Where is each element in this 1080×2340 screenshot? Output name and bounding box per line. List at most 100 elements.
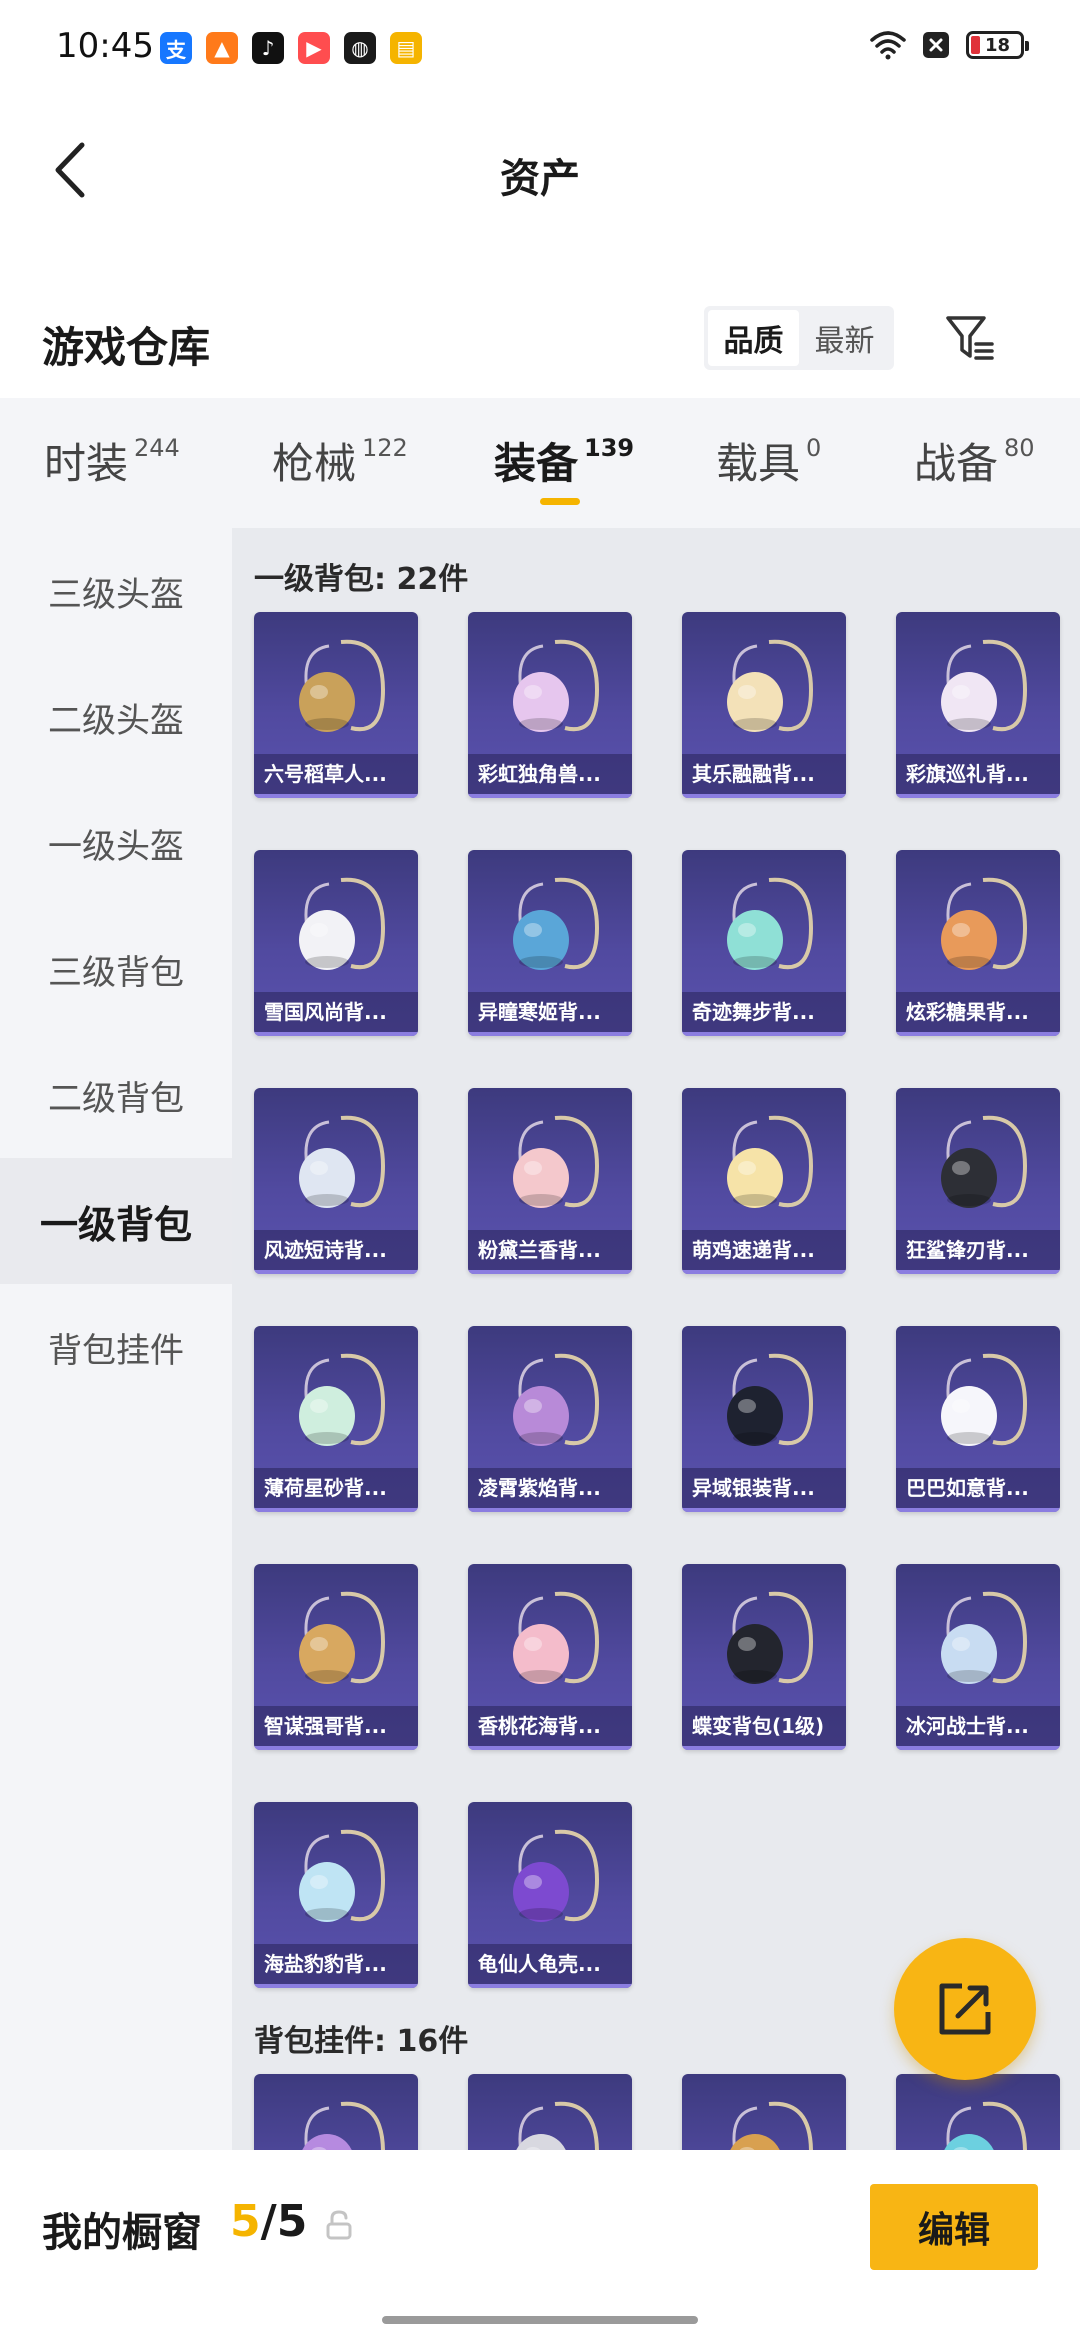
item-label: 异瞳寒姬背... — [468, 992, 632, 1032]
sidebar-item-backpack-charm[interactable]: 背包挂件 — [0, 1284, 232, 1410]
item-card[interactable]: 海盐豹豹背... — [254, 1802, 418, 1988]
tab-count: 0 — [806, 434, 822, 462]
active-tab-indicator — [540, 498, 580, 505]
item-card[interactable]: 蝶变背包(1级) — [682, 1564, 846, 1750]
item-card[interactable] — [682, 2074, 846, 2150]
item-card[interactable] — [254, 2074, 418, 2150]
home-indicator[interactable] — [382, 2316, 698, 2324]
warehouse-title: 游戏仓库 — [42, 323, 211, 372]
tab-label: 时装 — [44, 439, 129, 488]
external-link-icon — [939, 1983, 991, 2035]
item-label: 智谋强哥背... — [254, 1706, 418, 1746]
item-label: 炫彩糖果背... — [896, 992, 1060, 1032]
item-card[interactable]: 奇迹舞步背... — [682, 850, 846, 1036]
item-card[interactable] — [896, 2074, 1060, 2150]
tab-count: 122 — [362, 434, 408, 462]
tab-label: 枪械 — [272, 439, 357, 488]
item-card[interactable]: 冰河战士背... — [896, 1564, 1060, 1750]
tab-count: 139 — [584, 434, 635, 462]
notification-icons: 支 ▲ ♪ ▶ ◍ ▤ — [160, 32, 422, 64]
item-card[interactable]: 薄荷星砂背... — [254, 1326, 418, 1512]
item-image — [682, 1088, 846, 1234]
battery-icon: 18 — [966, 31, 1029, 59]
item-card[interactable]: 凌霄紫焰背... — [468, 1326, 632, 1512]
item-card[interactable]: 狂鲨锋刃背... — [896, 1088, 1060, 1274]
item-image — [468, 1088, 632, 1234]
item-image — [896, 850, 1060, 996]
item-label: 狂鲨锋刃背... — [896, 1230, 1060, 1270]
item-card[interactable]: 炫彩糖果背... — [896, 850, 1060, 1036]
showcase-total: 5 — [276, 2196, 308, 2247]
group-title-backpack-charm: 背包挂件: 16件 — [254, 2024, 469, 2059]
item-card[interactable]: 智谋强哥背... — [254, 1564, 418, 1750]
item-label: 粉黛兰香背... — [468, 1230, 632, 1270]
item-label: 冰河战士背... — [896, 1706, 1060, 1746]
tab-count: 80 — [1004, 434, 1035, 462]
wechat-icon: ◍ — [344, 32, 376, 64]
status-bar: 10:45 支 ▲ ♪ ▶ ◍ ▤ 18 — [0, 0, 1080, 96]
item-card[interactable]: 六号稻草人... — [254, 612, 418, 798]
filter-button[interactable] — [938, 306, 1002, 370]
item-card[interactable]: 彩虹独角兽... — [468, 612, 632, 798]
item-grid: 一级背包: 22件 背包挂件: 16件 六号稻草人... 彩虹独角兽... 其乐融融… — [232, 528, 1080, 2150]
sidebar-item-lv1-helmet[interactable]: 一级头盔 — [0, 780, 232, 906]
item-image — [254, 1564, 418, 1710]
page-title: 资产 — [500, 156, 580, 202]
item-image — [254, 850, 418, 996]
no-sim-icon — [922, 31, 950, 59]
item-card[interactable]: 龟仙人龟壳... — [468, 1802, 632, 1988]
sidebar-item-lv2-helmet[interactable]: 二级头盔 — [0, 654, 232, 780]
item-image — [682, 1564, 846, 1710]
item-card[interactable]: 其乐融融背... — [682, 612, 846, 798]
tab-firearms[interactable]: 枪械 122 — [272, 430, 408, 491]
battery-level: 18 — [985, 34, 1011, 56]
item-card[interactable]: 萌鸡速递背... — [682, 1088, 846, 1274]
sort-latest-button[interactable]: 最新 — [799, 310, 890, 366]
reader-app-icon: ▤ — [390, 32, 422, 64]
item-image — [896, 1088, 1060, 1234]
wifi-icon — [870, 30, 906, 60]
item-image — [682, 612, 846, 758]
item-image — [896, 1326, 1060, 1472]
item-label: 风迹短诗背... — [254, 1230, 418, 1270]
tab-vehicles[interactable]: 载具 0 — [716, 430, 821, 491]
alipay-icon: 支 — [160, 32, 192, 64]
tab-fashion[interactable]: 时装 244 — [44, 430, 180, 491]
item-card[interactable]: 异瞳寒姬背... — [468, 850, 632, 1036]
share-button[interactable] — [894, 1938, 1036, 2080]
unlock-icon — [326, 2210, 352, 2244]
tab-equipment[interactable]: 装备 139 — [494, 430, 634, 491]
item-image — [254, 1088, 418, 1234]
showcase-count: 5/5 — [230, 2196, 307, 2247]
item-label: 凌霄紫焰背... — [468, 1468, 632, 1508]
tab-supplies[interactable]: 战备 80 — [914, 430, 1035, 491]
edit-button[interactable]: 编辑 — [870, 2184, 1038, 2270]
sort-toggle: 品质 最新 — [704, 306, 894, 370]
sort-quality-button[interactable]: 品质 — [708, 310, 799, 366]
item-label: 薄荷星砂背... — [254, 1468, 418, 1508]
item-image — [468, 612, 632, 758]
system-icons: 18 — [870, 30, 1029, 60]
item-card[interactable]: 巴巴如意背... — [896, 1326, 1060, 1512]
sidebar-item-lv1-backpack[interactable]: 一级背包 — [0, 1158, 232, 1284]
item-label: 蝶变背包(1级) — [682, 1706, 846, 1746]
sidebar-item-lv3-backpack[interactable]: 三级背包 — [0, 906, 232, 1032]
item-card[interactable]: 异域银装背... — [682, 1326, 846, 1512]
sidebar-item-lv2-backpack[interactable]: 二级背包 — [0, 1032, 232, 1158]
item-card[interactable]: 风迹短诗背... — [254, 1088, 418, 1274]
item-card[interactable]: 彩旗巡礼背... — [896, 612, 1060, 798]
item-image — [896, 1564, 1060, 1710]
item-card[interactable]: 香桃花海背... — [468, 1564, 632, 1750]
item-card[interactable]: 雪国风尚背... — [254, 850, 418, 1036]
subcategory-sidebar: 三级头盔 二级头盔 一级头盔 三级背包 二级背包 一级背包 背包挂件 — [0, 528, 232, 2150]
item-image — [468, 850, 632, 996]
showcase-separator: / — [260, 2196, 277, 2247]
sidebar-item-lv3-helmet[interactable]: 三级头盔 — [0, 528, 232, 654]
item-card[interactable] — [468, 2074, 632, 2150]
item-image — [254, 612, 418, 758]
item-image — [682, 850, 846, 996]
item-image — [254, 1326, 418, 1472]
item-label: 香桃花海背... — [468, 1706, 632, 1746]
item-card[interactable]: 粉黛兰香背... — [468, 1088, 632, 1274]
item-label: 彩虹独角兽... — [468, 754, 632, 794]
